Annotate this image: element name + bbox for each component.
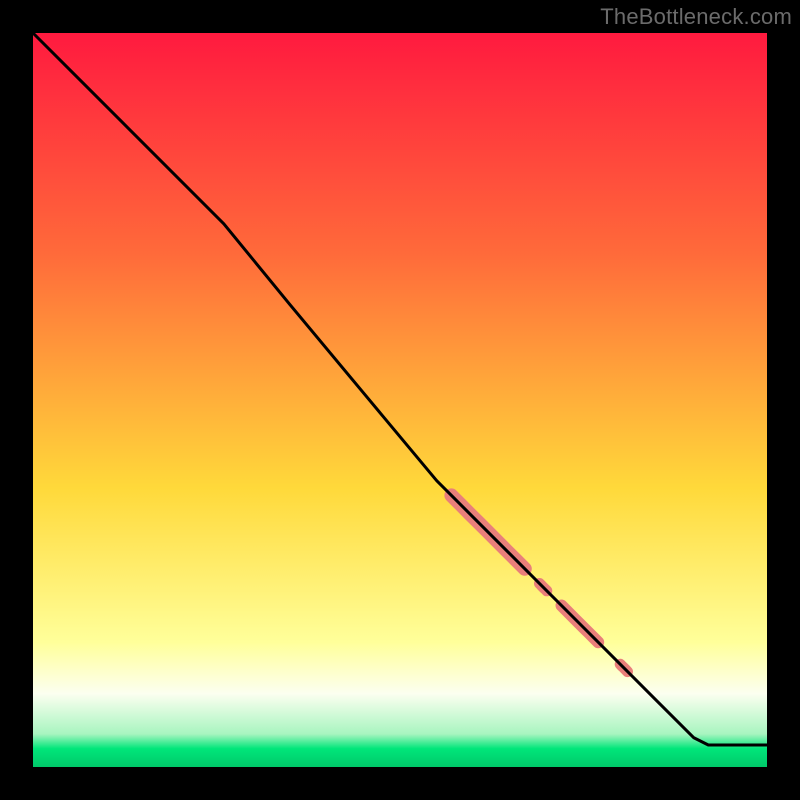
- chart-frame: TheBottleneck.com: [0, 0, 800, 800]
- watermark-text: TheBottleneck.com: [600, 4, 792, 30]
- bottleneck-chart: [0, 0, 800, 800]
